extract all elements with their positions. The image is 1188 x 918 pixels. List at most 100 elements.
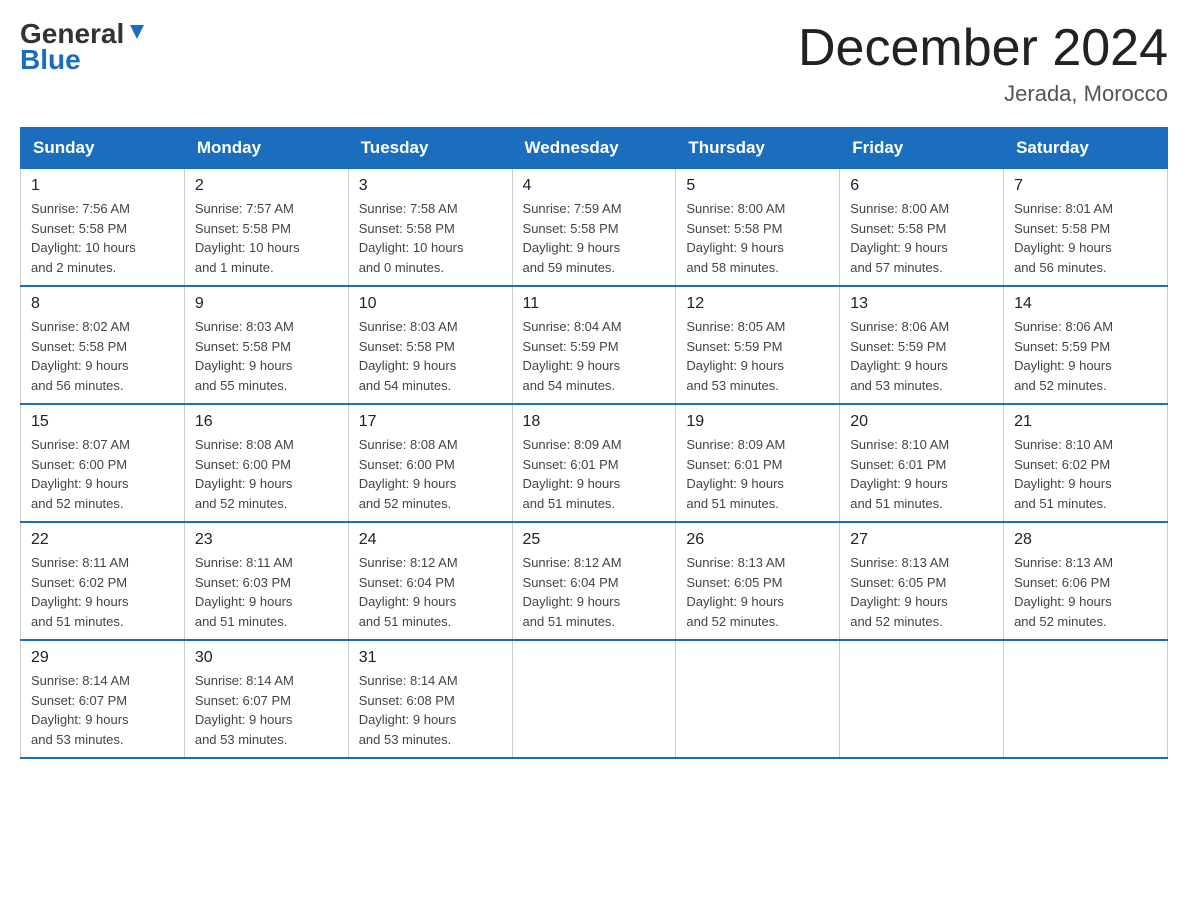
day-info: Sunrise: 8:08 AM Sunset: 6:00 PM Dayligh… [359,435,502,513]
calendar-day-cell: 31 Sunrise: 8:14 AM Sunset: 6:08 PM Dayl… [348,640,512,758]
calendar-day-cell: 6 Sunrise: 8:00 AM Sunset: 5:58 PM Dayli… [840,169,1004,287]
calendar-day-cell: 2 Sunrise: 7:57 AM Sunset: 5:58 PM Dayli… [184,169,348,287]
logo-blue: Blue [20,44,81,76]
calendar-day-cell: 4 Sunrise: 7:59 AM Sunset: 5:58 PM Dayli… [512,169,676,287]
day-number: 6 [850,177,993,195]
day-info: Sunrise: 7:57 AM Sunset: 5:58 PM Dayligh… [195,199,338,277]
day-info: Sunrise: 7:58 AM Sunset: 5:58 PM Dayligh… [359,199,502,277]
calendar-body: 1 Sunrise: 7:56 AM Sunset: 5:58 PM Dayli… [21,169,1168,759]
day-number: 1 [31,177,174,195]
day-number: 2 [195,177,338,195]
calendar-day-cell: 7 Sunrise: 8:01 AM Sunset: 5:58 PM Dayli… [1004,169,1168,287]
calendar-day-cell [840,640,1004,758]
day-info: Sunrise: 8:11 AM Sunset: 6:02 PM Dayligh… [31,553,174,631]
title-area: December 2024 Jerada, Morocco [798,20,1168,107]
day-number: 31 [359,649,502,667]
calendar-day-cell: 8 Sunrise: 8:02 AM Sunset: 5:58 PM Dayli… [21,286,185,404]
calendar-day-cell [676,640,840,758]
day-info: Sunrise: 8:00 AM Sunset: 5:58 PM Dayligh… [686,199,829,277]
col-tuesday: Tuesday [348,128,512,169]
day-number: 26 [686,531,829,549]
day-number: 24 [359,531,502,549]
day-info: Sunrise: 8:09 AM Sunset: 6:01 PM Dayligh… [523,435,666,513]
day-number: 5 [686,177,829,195]
day-number: 29 [31,649,174,667]
day-info: Sunrise: 8:10 AM Sunset: 6:01 PM Dayligh… [850,435,993,513]
calendar-day-cell: 16 Sunrise: 8:08 AM Sunset: 6:00 PM Dayl… [184,404,348,522]
calendar-day-cell: 10 Sunrise: 8:03 AM Sunset: 5:58 PM Dayl… [348,286,512,404]
day-number: 8 [31,295,174,313]
day-info: Sunrise: 8:08 AM Sunset: 6:00 PM Dayligh… [195,435,338,513]
calendar-day-cell: 26 Sunrise: 8:13 AM Sunset: 6:05 PM Dayl… [676,522,840,640]
calendar-day-cell: 15 Sunrise: 8:07 AM Sunset: 6:00 PM Dayl… [21,404,185,522]
day-number: 4 [523,177,666,195]
day-number: 14 [1014,295,1157,313]
day-number: 13 [850,295,993,313]
calendar-day-cell: 21 Sunrise: 8:10 AM Sunset: 6:02 PM Dayl… [1004,404,1168,522]
page-header: General Blue December 2024 Jerada, Moroc… [20,20,1168,107]
day-info: Sunrise: 8:01 AM Sunset: 5:58 PM Dayligh… [1014,199,1157,277]
calendar-day-cell: 19 Sunrise: 8:09 AM Sunset: 6:01 PM Dayl… [676,404,840,522]
calendar-day-cell: 29 Sunrise: 8:14 AM Sunset: 6:07 PM Dayl… [21,640,185,758]
day-info: Sunrise: 8:10 AM Sunset: 6:02 PM Dayligh… [1014,435,1157,513]
day-number: 9 [195,295,338,313]
col-friday: Friday [840,128,1004,169]
day-number: 20 [850,413,993,431]
day-number: 12 [686,295,829,313]
calendar-week-row: 29 Sunrise: 8:14 AM Sunset: 6:07 PM Dayl… [21,640,1168,758]
day-number: 28 [1014,531,1157,549]
day-number: 18 [523,413,666,431]
day-info: Sunrise: 8:06 AM Sunset: 5:59 PM Dayligh… [1014,317,1157,395]
col-sunday: Sunday [21,128,185,169]
day-info: Sunrise: 8:14 AM Sunset: 6:07 PM Dayligh… [31,671,174,749]
day-number: 25 [523,531,666,549]
day-number: 22 [31,531,174,549]
calendar-day-cell: 22 Sunrise: 8:11 AM Sunset: 6:02 PM Dayl… [21,522,185,640]
calendar-table: Sunday Monday Tuesday Wednesday Thursday… [20,127,1168,759]
day-number: 3 [359,177,502,195]
day-info: Sunrise: 8:14 AM Sunset: 6:08 PM Dayligh… [359,671,502,749]
calendar-week-row: 22 Sunrise: 8:11 AM Sunset: 6:02 PM Dayl… [21,522,1168,640]
calendar-day-cell [512,640,676,758]
month-title: December 2024 [798,20,1168,77]
day-number: 19 [686,413,829,431]
day-info: Sunrise: 8:09 AM Sunset: 6:01 PM Dayligh… [686,435,829,513]
col-thursday: Thursday [676,128,840,169]
calendar-day-cell: 24 Sunrise: 8:12 AM Sunset: 6:04 PM Dayl… [348,522,512,640]
calendar-day-cell: 11 Sunrise: 8:04 AM Sunset: 5:59 PM Dayl… [512,286,676,404]
day-info: Sunrise: 8:05 AM Sunset: 5:59 PM Dayligh… [686,317,829,395]
day-number: 17 [359,413,502,431]
day-info: Sunrise: 8:13 AM Sunset: 6:05 PM Dayligh… [686,553,829,631]
day-info: Sunrise: 8:07 AM Sunset: 6:00 PM Dayligh… [31,435,174,513]
day-info: Sunrise: 8:03 AM Sunset: 5:58 PM Dayligh… [359,317,502,395]
day-info: Sunrise: 8:11 AM Sunset: 6:03 PM Dayligh… [195,553,338,631]
calendar-day-cell: 17 Sunrise: 8:08 AM Sunset: 6:00 PM Dayl… [348,404,512,522]
day-info: Sunrise: 7:59 AM Sunset: 5:58 PM Dayligh… [523,199,666,277]
calendar-week-row: 1 Sunrise: 7:56 AM Sunset: 5:58 PM Dayli… [21,169,1168,287]
day-info: Sunrise: 8:04 AM Sunset: 5:59 PM Dayligh… [523,317,666,395]
day-info: Sunrise: 8:13 AM Sunset: 6:06 PM Dayligh… [1014,553,1157,631]
col-saturday: Saturday [1004,128,1168,169]
day-info: Sunrise: 8:00 AM Sunset: 5:58 PM Dayligh… [850,199,993,277]
day-number: 21 [1014,413,1157,431]
logo-triangle-icon [126,21,148,43]
day-info: Sunrise: 8:13 AM Sunset: 6:05 PM Dayligh… [850,553,993,631]
day-number: 11 [523,295,666,313]
calendar-day-cell: 18 Sunrise: 8:09 AM Sunset: 6:01 PM Dayl… [512,404,676,522]
calendar-day-cell: 14 Sunrise: 8:06 AM Sunset: 5:59 PM Dayl… [1004,286,1168,404]
day-info: Sunrise: 8:12 AM Sunset: 6:04 PM Dayligh… [523,553,666,631]
col-monday: Monday [184,128,348,169]
calendar-header: Sunday Monday Tuesday Wednesday Thursday… [21,128,1168,169]
calendar-day-cell: 12 Sunrise: 8:05 AM Sunset: 5:59 PM Dayl… [676,286,840,404]
col-wednesday: Wednesday [512,128,676,169]
day-number: 23 [195,531,338,549]
day-info: Sunrise: 8:03 AM Sunset: 5:58 PM Dayligh… [195,317,338,395]
calendar-day-cell: 9 Sunrise: 8:03 AM Sunset: 5:58 PM Dayli… [184,286,348,404]
day-number: 27 [850,531,993,549]
day-number: 15 [31,413,174,431]
day-number: 16 [195,413,338,431]
calendar-day-cell: 1 Sunrise: 7:56 AM Sunset: 5:58 PM Dayli… [21,169,185,287]
calendar-day-cell: 3 Sunrise: 7:58 AM Sunset: 5:58 PM Dayli… [348,169,512,287]
day-number: 30 [195,649,338,667]
calendar-day-cell: 25 Sunrise: 8:12 AM Sunset: 6:04 PM Dayl… [512,522,676,640]
